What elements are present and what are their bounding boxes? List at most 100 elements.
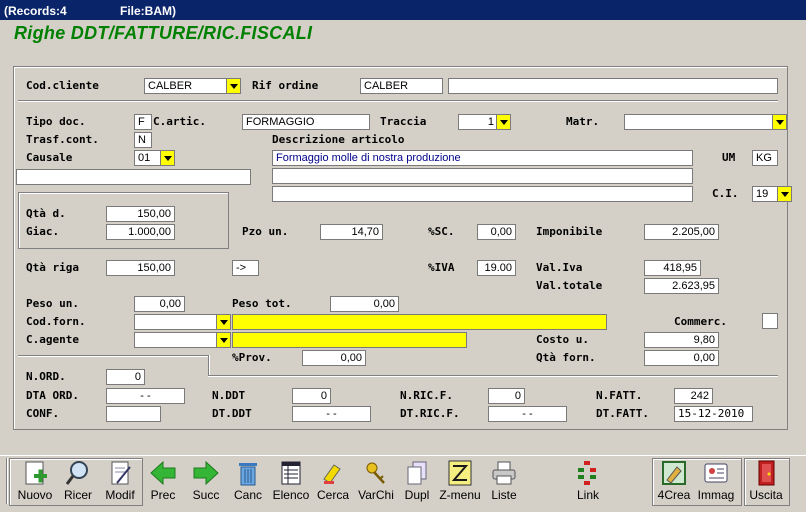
qta-d-field[interactable]: 150,00 xyxy=(106,206,175,222)
file-name: File:BAM) xyxy=(120,4,176,18)
modif-button[interactable]: Modif xyxy=(100,457,140,505)
immag-button[interactable]: Immag xyxy=(696,457,736,505)
n-ord-label: N.ORD. xyxy=(26,370,66,383)
peso-tot-field[interactable]: 0,00 xyxy=(330,296,399,312)
n-fatt-field[interactable]: 242 xyxy=(674,388,713,404)
n-ord-field[interactable]: 0 xyxy=(106,369,145,385)
causale-select[interactable]: 01 xyxy=(134,150,175,166)
dt-fatt-label: DT.FATT. xyxy=(596,407,649,420)
dt-fatt-field[interactable]: 15-12-2010 xyxy=(674,406,753,422)
elenco-button[interactable]: Elenco xyxy=(270,457,312,505)
z-menu-button[interactable]: Z-menu xyxy=(439,457,481,505)
rif-ordine-extra-field[interactable] xyxy=(448,78,778,94)
window-titlebar: (Records:4 File:BAM) xyxy=(0,0,806,20)
traccia-select[interactable]: 1 xyxy=(458,114,511,130)
varchi-button[interactable]: VarChi xyxy=(356,457,396,505)
prec-button[interactable]: Prec xyxy=(143,457,183,505)
magnifier-icon xyxy=(65,461,88,485)
chevron-down-icon[interactable] xyxy=(496,115,510,129)
commerc-checkbox[interactable] xyxy=(762,313,778,329)
liste-button[interactable]: Liste xyxy=(484,457,524,505)
cod-forn-desc-field[interactable] xyxy=(232,314,607,330)
sc-field[interactable]: 0,00 xyxy=(477,224,516,240)
cerca-label: Cerca xyxy=(316,488,349,502)
tipo-doc-field[interactable]: F xyxy=(134,114,152,130)
iva-field[interactable]: 19.00 xyxy=(477,260,516,276)
succ-button[interactable]: Succ xyxy=(186,457,226,505)
dta-ord-field[interactable]: - - xyxy=(106,388,185,404)
causale-label: Causale xyxy=(26,151,73,164)
new-document-icon xyxy=(25,461,47,485)
image-card-icon xyxy=(704,463,728,483)
c-artic-label: C.artic. xyxy=(153,115,206,128)
dt-ddt-label: DT.DDT xyxy=(212,407,252,420)
ricer-label: Ricer xyxy=(63,488,92,502)
descrizione-label: Descrizione articolo xyxy=(272,133,405,146)
exit-door-icon xyxy=(758,460,775,486)
chevron-down-icon[interactable] xyxy=(777,187,791,201)
chevron-down-icon[interactable] xyxy=(772,115,786,129)
commerc-label: Commerc. xyxy=(674,315,727,328)
rif-ordine-field[interactable]: CALBER xyxy=(360,78,443,94)
n-ric-f-field[interactable]: 0 xyxy=(488,388,525,404)
costo-u-label: Costo u. xyxy=(536,333,589,346)
val-totale-label: Val.totale xyxy=(536,279,603,292)
cod-forn-select[interactable] xyxy=(134,314,231,330)
link-button[interactable]: Link xyxy=(567,457,609,505)
imponibile-field[interactable]: 2.205,00 xyxy=(644,224,719,240)
4crea-button[interactable]: 4Crea xyxy=(654,457,694,505)
dt-ddt-field[interactable]: - - xyxy=(292,406,371,422)
canc-button[interactable]: Canc xyxy=(228,457,268,505)
chevron-down-icon[interactable] xyxy=(216,315,230,329)
create-frame-icon xyxy=(662,461,686,485)
records-count: (Records:4 xyxy=(4,4,67,18)
uscita-button[interactable]: Uscita xyxy=(746,457,786,505)
pzo-un-field[interactable]: 14,70 xyxy=(320,224,383,240)
qta-riga-field[interactable]: 150,00 xyxy=(106,260,175,276)
immag-label: Immag xyxy=(697,488,735,502)
dt-ric-f-field[interactable]: - - xyxy=(488,406,567,422)
chevron-down-icon[interactable] xyxy=(226,79,240,93)
val-totale-field[interactable]: 2.623,95 xyxy=(644,278,719,294)
arrow-field[interactable]: -> xyxy=(232,260,259,276)
uscita-label: Uscita xyxy=(749,488,783,502)
peso-un-field[interactable]: 0,00 xyxy=(134,296,185,312)
chevron-down-icon[interactable] xyxy=(160,151,174,165)
n-ddt-field[interactable]: 0 xyxy=(292,388,331,404)
descrizione-line2-field[interactable] xyxy=(272,168,693,184)
giac-field[interactable]: 1.000,00 xyxy=(106,224,175,240)
traccia-value: 1 xyxy=(487,116,494,128)
qta-forn-label: Qtà forn. xyxy=(536,351,596,364)
n-fatt-label: N.FATT. xyxy=(596,389,643,402)
cerca-button[interactable]: Cerca xyxy=(313,457,353,505)
c-artic-field[interactable]: FORMAGGIO xyxy=(242,114,370,130)
qta-forn-field[interactable]: 0,00 xyxy=(644,350,719,366)
ci-select[interactable]: 19 xyxy=(752,186,792,202)
causale-desc-field[interactable] xyxy=(16,169,251,185)
val-iva-field[interactable]: 418,95 xyxy=(644,260,701,276)
costo-u-field[interactable]: 9,80 xyxy=(644,332,719,348)
trasf-cont-field[interactable]: N xyxy=(134,132,152,148)
descrizione-field[interactable]: Formaggio molle di nostra produzione xyxy=(272,150,693,166)
matr-select[interactable] xyxy=(624,114,787,130)
dupl-button[interactable]: Dupl xyxy=(398,457,436,505)
c-agente-desc-field[interactable] xyxy=(232,332,467,348)
conf-field[interactable] xyxy=(106,406,161,422)
um-field[interactable]: KG xyxy=(752,150,778,166)
nuovo-button[interactable]: Nuovo xyxy=(14,457,56,505)
trasf-cont-label: Trasf.cont. xyxy=(26,133,99,146)
edit-document-icon xyxy=(111,461,131,485)
c-agente-select[interactable] xyxy=(134,332,231,348)
keys-icon xyxy=(366,462,385,484)
dta-ord-label: DTA ORD. xyxy=(26,389,79,402)
dupl-label: Dupl xyxy=(404,488,430,502)
prov-field[interactable]: 0,00 xyxy=(302,350,366,366)
cod-cliente-select[interactable]: CALBER xyxy=(144,78,241,94)
ricer-button[interactable]: Ricer xyxy=(58,457,98,505)
chevron-down-icon[interactable] xyxy=(216,333,230,347)
descrizione-line3-field[interactable] xyxy=(272,186,693,202)
qta-riga-label: Qtà riga xyxy=(26,261,79,274)
pzo-un-label: Pzo un. xyxy=(242,225,289,238)
nuovo-label: Nuovo xyxy=(17,488,53,502)
link-tree-icon xyxy=(578,461,596,485)
